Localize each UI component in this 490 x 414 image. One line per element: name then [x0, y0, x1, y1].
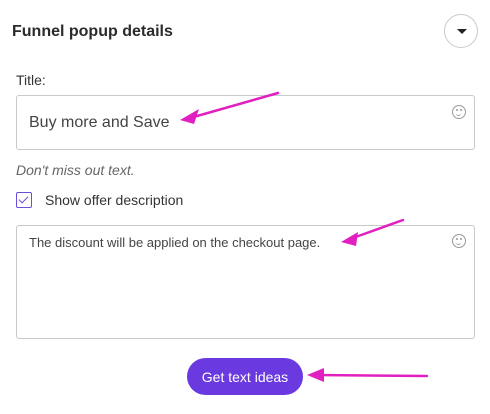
chevron-down-icon [457, 29, 467, 34]
checkmark-icon [18, 193, 29, 204]
annotation-arrowhead-button [307, 368, 324, 382]
title-hint: Don't miss out text. [16, 162, 135, 178]
collapse-button[interactable] [444, 14, 478, 48]
offer-description-value: The discount will be applied on the chec… [29, 235, 321, 250]
offer-description-textarea[interactable]: The discount will be applied on the chec… [16, 225, 475, 339]
section-title: Funnel popup details [12, 23, 173, 40]
show-offer-description-label[interactable]: Show offer description [45, 192, 183, 208]
smiley-icon[interactable] [452, 234, 466, 248]
title-input-value: Buy more and Save [29, 114, 170, 131]
smiley-icon[interactable] [452, 105, 466, 119]
title-input[interactable]: Buy more and Save [16, 95, 475, 150]
annotation-arrow-button [313, 373, 429, 378]
get-text-ideas-button[interactable]: Get text ideas [187, 358, 303, 395]
title-label: Title: [16, 72, 46, 88]
show-offer-description-checkbox[interactable] [16, 192, 32, 208]
